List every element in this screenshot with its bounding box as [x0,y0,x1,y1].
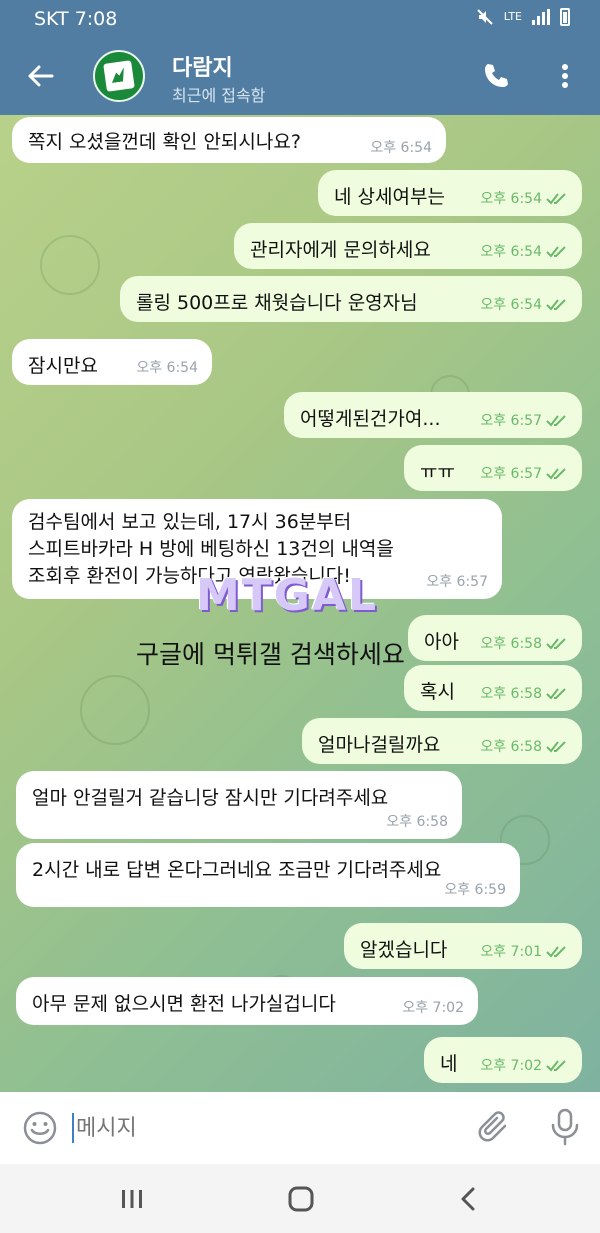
message-bubble-incoming[interactable]: 2시간 내로 답변 온다그러네요 조금만 기다려주세요 오후 6:59 [16,843,520,907]
back-arrow-icon[interactable] [22,58,58,94]
chat-title[interactable]: 다람지 [172,50,233,82]
mute-icon [476,9,493,25]
message-meta: 오후 6:57 [480,463,568,483]
message-bubble-outgoing[interactable]: 얼마나걸릴까요 오후 6:58 [302,718,582,764]
message-text: 어떻게된건가여... [300,408,441,430]
double-check-icon [546,946,566,958]
message-time: 오후 6:59 [444,882,506,898]
message-time: 오후 6:54 [136,360,198,376]
signal-icon [532,9,550,25]
watermark-caption: 구글에 먹튀갤 검색하세요 [136,640,405,669]
text-cursor [72,1113,74,1143]
chat-header: 다람지 최근에 접속함 [0,38,600,115]
message-text: 관리자에게 문의하세요 [250,239,431,261]
message-bubble-outgoing[interactable]: 네 상세여부는 오후 6:54 [318,170,582,216]
mic-icon[interactable] [548,1108,582,1146]
message-input[interactable] [76,1106,456,1150]
message-meta: 오후 7:01 [480,941,568,961]
message-composer [0,1092,600,1164]
message-meta: 오후 6:58 [480,736,568,756]
double-check-icon [546,299,566,311]
nav-back-icon[interactable] [458,1186,478,1212]
more-vert-icon[interactable] [550,60,580,92]
message-text: ㅠㅠ [420,461,455,483]
message-text: 쪽지 오셨을껀데 확인 안되시나요? [28,131,301,153]
avatar[interactable] [93,50,145,102]
chat-status: 최근에 접속함 [172,86,266,105]
double-check-icon [546,193,566,205]
message-time: 오후 6:58 [386,814,448,830]
message-text: 얼마나걸릴까요 [318,734,441,756]
double-check-icon [546,741,566,753]
system-nav-bar [0,1164,600,1233]
message-meta: 오후 6:57 [480,410,568,430]
smile-icon[interactable] [22,1110,58,1146]
message-bubble-incoming[interactable]: 잠시만요 오후 6:54 [12,339,212,385]
message-text: 알겠습니다 [360,939,448,961]
phone-icon[interactable] [480,60,512,92]
message-time: 오후 6:57 [480,413,542,429]
network-label: LTE [503,10,522,23]
message-bubble-outgoing[interactable]: 네 오후 7:02 [424,1037,582,1083]
message-bubble-outgoing[interactable]: 혹시 오후 6:58 [404,665,582,711]
message-text: 2시간 내로 답변 온다그러네요 조금만 기다려주세요 [32,859,442,881]
status-icons: LTE [476,8,570,26]
message-bubble-incoming[interactable]: 쪽지 오셨을껀데 확인 안되시나요? 오후 6:54 [12,117,446,163]
message-time: 오후 6:58 [480,636,542,652]
message-time: 오후 6:58 [480,686,542,702]
message-list[interactable]: 쪽지 오셨을껀데 확인 안되시나요? 오후 6:54 네 상세여부는 오후 6:… [0,115,600,1092]
message-text: 아무 문제 없으시면 환전 나가실겁니다 [32,993,336,1015]
message-text: 잠시만요 [28,355,98,377]
message-time: 오후 6:57 [426,574,488,590]
message-meta: 오후 6:58 [480,683,568,703]
message-time: 오후 6:54 [370,140,432,156]
message-meta: 오후 6:58 [480,633,568,653]
battery-icon [560,8,570,26]
message-text: 얼마 안걸릴거 같습니당 잠시만 기다려주세요 [32,787,389,809]
message-meta: 오후 7:02 [480,1055,568,1075]
message-line: 검수팀에서 보고 있는데, 17시 36분부터 [28,511,352,533]
status-bar: SKT 7:08 LTE [0,0,600,38]
message-time: 오후 7:02 [480,1058,542,1074]
message-text: 네 [440,1053,458,1075]
message-bubble-outgoing[interactable]: 롤링 500프로 채웟습니다 운영자님 오후 6:54 [120,276,582,322]
message-time: 오후 6:54 [480,191,542,207]
double-check-icon [546,638,566,650]
message-bubble-outgoing[interactable]: 어떻게된건가여... 오후 6:57 [284,392,582,438]
nav-home-icon[interactable] [288,1186,314,1212]
message-text: 네 상세여부는 [334,186,445,208]
watermark-logo: MTGAL [196,570,379,621]
message-time: 오후 6:57 [480,466,542,482]
message-time: 오후 7:01 [480,944,542,960]
double-check-icon [546,688,566,700]
status-time: SKT 7:08 [34,8,118,30]
message-text: 혹시 [420,681,455,703]
message-text: 롤링 500프로 채웟습니다 운영자님 [136,292,418,314]
attach-icon[interactable] [477,1110,513,1146]
message-time: 오후 7:02 [402,1000,464,1016]
message-bubble-incoming[interactable]: 아무 문제 없으시면 환전 나가실겁니다 오후 7:02 [16,977,478,1025]
message-bubble-outgoing[interactable]: 관리자에게 문의하세요 오후 6:54 [234,223,582,269]
double-check-icon [546,468,566,480]
message-bubble-outgoing[interactable]: 아아 오후 6:58 [408,615,582,661]
message-meta: 오후 6:54 [480,188,568,208]
message-meta: 오후 6:54 [480,294,568,314]
nav-recent-icon[interactable] [120,1188,144,1210]
message-text: 아아 [424,631,459,653]
message-time: 오후 6:54 [480,297,542,313]
double-check-icon [546,1060,566,1072]
message-bubble-outgoing[interactable]: ㅠㅠ 오후 6:57 [404,445,582,491]
double-check-icon [546,246,566,258]
message-time: 오후 6:58 [480,739,542,755]
double-check-icon [546,415,566,427]
message-meta: 오후 6:54 [480,241,568,261]
message-time: 오후 6:54 [480,244,542,260]
message-bubble-incoming[interactable]: 얼마 안걸릴거 같습니당 잠시만 기다려주세요 오후 6:58 [16,771,462,839]
message-line: 스피트바카라 H 방에 베팅하신 13건의 내역을 [28,538,394,560]
message-bubble-outgoing[interactable]: 알겠습니다 오후 7:01 [344,923,582,969]
